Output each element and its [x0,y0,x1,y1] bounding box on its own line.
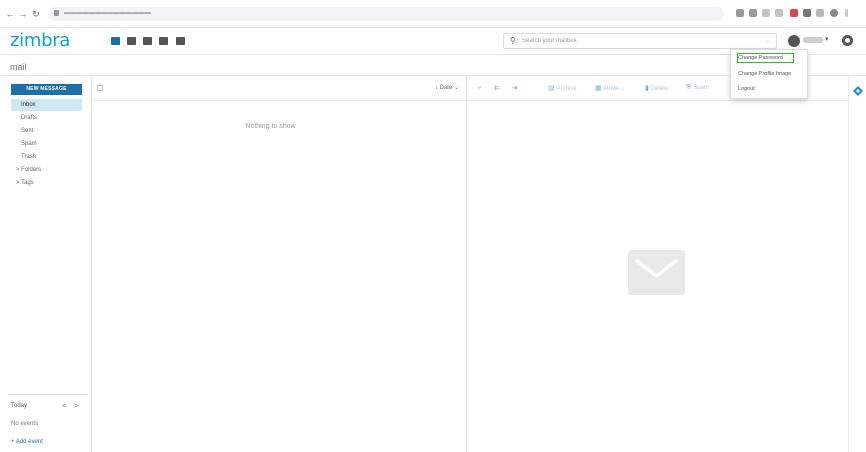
contacts-app-icon[interactable] [143,37,152,45]
translate-icon[interactable] [749,9,757,17]
briefcase-app-icon[interactable] [176,37,185,45]
archive-button[interactable]: ▤ Archive [548,84,577,92]
delete-button[interactable]: ▮ Delete [645,84,668,92]
sort-label: Date [439,85,453,91]
zimbra-logo[interactable]: zimbra [10,30,70,51]
message-list-toolbar: ↓ Date ⌄ [93,76,467,101]
folders-group-toggle[interactable]: > Folders [11,164,82,176]
extension-red-icon[interactable] [790,9,798,17]
address-bar[interactable]: ▬▬▬▬▬▬▬▬▬▬▬▬▬▬ [48,7,724,21]
avatar[interactable] [788,35,800,47]
add-event-link[interactable]: + Add event [11,439,43,445]
folder-sent[interactable]: Sent [11,125,82,137]
search-input[interactable] [522,36,752,46]
browser-toolbar: ← → ↻ ▬▬▬▬▬▬▬▬▬▬▬▬▬▬ [0,0,866,28]
forward-icon[interactable]: → [18,9,28,19]
user-name-blurred[interactable] [803,37,823,43]
bookmark-star-icon[interactable] [775,9,783,17]
spam-button[interactable]: ⛨ Spam [686,84,709,92]
user-menu-chevron-down-icon[interactable]: ▾ [825,35,829,43]
share-icon[interactable] [762,9,770,17]
lock-icon [54,10,59,16]
tags-group-toggle[interactable]: > Tags [11,177,82,189]
user-dropdown-menu: Change Password Change Profile Image Log… [730,49,808,99]
trash-icon: ▮ [645,85,649,92]
sidebar: NEW MESSAGE Inbox Drafts Sent Spam Trash… [0,76,92,452]
new-message-button[interactable]: NEW MESSAGE [11,84,82,95]
settings-gear-icon[interactable] [842,35,853,46]
right-rail [848,76,866,452]
search-options-chevron-icon[interactable]: ⌄ [765,37,770,44]
envelope-icon [628,250,685,295]
url-text-blurred: ▬▬▬▬▬▬▬▬▬▬▬▬▬▬ [64,10,151,16]
search-icon[interactable]: ⚲ [510,36,516,45]
folder-inbox[interactable]: Inbox [11,99,82,111]
reply-all-icon[interactable]: ⇇ [494,84,502,92]
divider [8,394,88,395]
calendar-prev-button[interactable]: < [62,403,66,410]
folder-drafts[interactable]: Drafts [11,112,82,124]
search-box: ⚲ ⌄ [503,33,777,49]
calendar-app-icon[interactable] [127,37,136,45]
menu-item-logout[interactable]: Logout [738,86,755,92]
profile-icon[interactable] [830,9,838,17]
delete-label: Delete [650,86,669,92]
folder-trash[interactable]: Trash [11,151,82,163]
spam-label: Spam [693,85,709,91]
menu-item-change-profile-image[interactable]: Change Profile Image [738,71,791,77]
shield-icon: ⛨ [686,84,692,91]
select-all-checkbox[interactable] [97,85,103,91]
mail-app-icon[interactable] [111,37,120,45]
no-events-text: No events [11,421,39,427]
message-list: ↓ Date ⌄ Nothing to show [93,76,467,452]
move-label: Move [603,86,619,92]
folder-move-icon: ▦ [595,85,602,92]
reading-pane: ⤶ ⇇ ➜ ▤ Archive ▦ Move ⌄ ▮ Delete ⛨ Spam [468,76,848,452]
move-button[interactable]: ▦ Move ⌄ [595,84,625,92]
archive-icon: ▤ [548,85,555,92]
sidebar-icon[interactable] [816,9,824,17]
key-icon[interactable] [736,9,744,17]
calendar-today-label[interactable]: Today [11,403,27,409]
archive-label: Archive [556,86,577,92]
kebab-menu-icon[interactable] [845,9,848,17]
calendar-next-button[interactable]: > [74,403,78,410]
menu-item-change-password[interactable]: Change Password [738,55,783,61]
reload-icon[interactable]: ↻ [31,9,41,19]
back-icon[interactable]: ← [5,9,15,19]
empty-state-text: Nothing to show [245,123,296,130]
forward-message-icon[interactable]: ➜ [512,84,520,92]
collapse-pane-icon[interactable] [853,86,863,96]
reply-icon[interactable]: ⤶ [478,84,484,92]
tasks-app-icon[interactable] [159,37,168,45]
section-title: mail [10,62,27,72]
sort-dropdown[interactable]: ↓ Date ⌄ [435,84,459,91]
folder-spam[interactable]: Spam [11,138,82,150]
extensions-puzzle-icon[interactable] [803,9,811,17]
